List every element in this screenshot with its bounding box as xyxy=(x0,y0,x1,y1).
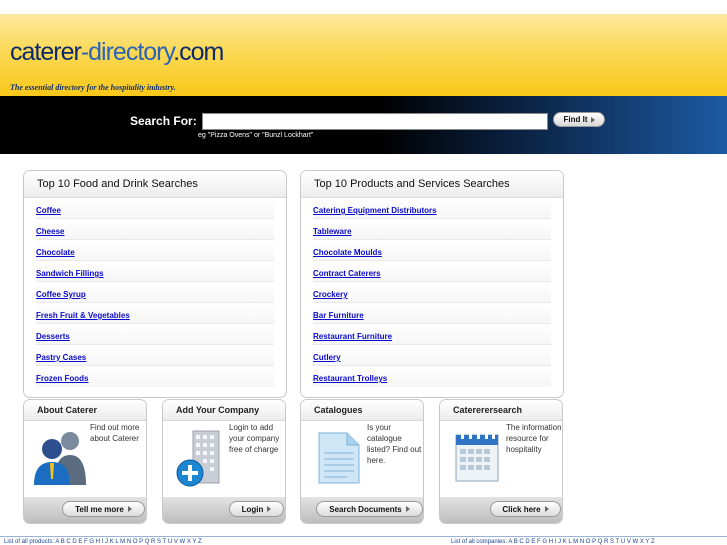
list-item: Tableware xyxy=(313,219,551,240)
logo-part-directory: -directory xyxy=(80,38,174,66)
list-item: Cutlery xyxy=(313,345,551,366)
products-az-index[interactable]: List of all products: A B C D E F G H I … xyxy=(4,539,202,545)
search-link[interactable]: Chocolate Moulds xyxy=(313,248,382,257)
people-icon xyxy=(34,432,86,485)
search-link[interactable]: Tableware xyxy=(313,227,352,236)
search-hint: eg "Pizza Ovens" or "Bunzl Lockhart" xyxy=(198,132,314,139)
search-link[interactable]: Frozen Foods xyxy=(36,374,88,383)
companies-az-index[interactable]: List of all companies: A B C D E F G H I… xyxy=(451,539,655,545)
list-item: Restaurant Furniture xyxy=(313,324,551,345)
button-label: Click here xyxy=(502,504,541,514)
site-header: caterer-directory.com The essential dire… xyxy=(0,0,727,96)
arrow-right-icon xyxy=(544,506,549,512)
list-item: Crockery xyxy=(313,282,551,303)
box-description: The information resource for hospitality xyxy=(506,423,562,454)
search-link[interactable]: Contract Caterers xyxy=(313,269,381,278)
search-link[interactable]: Coffee Syrup xyxy=(36,290,86,299)
button-label: Search Documents xyxy=(329,504,402,514)
list-item: Contract Caterers xyxy=(313,261,551,282)
catalogues-box: Catalogues Is your catalogue listed? Fin… xyxy=(300,399,424,524)
search-bar: Search For: eg "Pizza Ovens" or "Bunzl L… xyxy=(0,96,727,154)
box-description: Find out more about Caterer xyxy=(90,423,140,443)
caterersearch-box: Catererersearch The information resource… xyxy=(439,399,563,524)
list-item: Chocolate Moulds xyxy=(313,240,551,261)
search-link[interactable]: Cutlery xyxy=(313,353,341,362)
list-item: Coffee xyxy=(36,198,274,219)
find-it-button[interactable]: Find It xyxy=(553,112,605,127)
calendar-icon xyxy=(455,431,499,482)
click-here-button[interactable]: Click here xyxy=(490,501,561,517)
list-item: Coffee Syrup xyxy=(36,282,274,303)
button-label: Login xyxy=(241,504,264,514)
search-link[interactable]: Fresh Fruit & Vegetables xyxy=(36,311,130,320)
search-link[interactable]: Bar Furniture xyxy=(313,311,364,320)
list-item: Bar Furniture xyxy=(313,303,551,324)
search-documents-button[interactable]: Search Documents xyxy=(316,501,423,517)
search-link[interactable]: Coffee xyxy=(36,206,61,215)
products-services-list: Catering Equipment Distributors Tableware… xyxy=(301,198,563,387)
search-link[interactable]: Catering Equipment Distributors xyxy=(313,206,437,215)
find-it-label: Find It xyxy=(563,115,588,124)
box-description: Login to add your company free of charge xyxy=(229,423,280,454)
site-tagline: The essential directory for the hospital… xyxy=(10,83,176,92)
search-link[interactable]: Sandwich Fillings xyxy=(36,269,104,278)
search-link[interactable]: Chocolate xyxy=(36,248,75,257)
box-title: About Caterer xyxy=(24,400,146,421)
box-title: Catererersearch xyxy=(440,400,562,421)
list-item: Restaurant Trolleys xyxy=(313,366,551,387)
products-services-title: Top 10 Products and Services Searches xyxy=(301,171,563,198)
logo-part-com: .com xyxy=(173,38,224,66)
list-item: Cheese xyxy=(36,219,274,240)
search-link[interactable]: Crockery xyxy=(313,290,348,299)
site-logo[interactable]: caterer-directory.com xyxy=(10,38,224,66)
list-item: Fresh Fruit & Vegetables xyxy=(36,303,274,324)
products-services-panel: Top 10 Products and Services Searches Ca… xyxy=(300,170,564,398)
search-input[interactable] xyxy=(202,113,548,130)
box-title: Add Your Company xyxy=(163,400,285,421)
search-link[interactable]: Restaurant Furniture xyxy=(313,332,392,341)
list-item: Sandwich Fillings xyxy=(36,261,274,282)
search-link[interactable]: Restaurant Trolleys xyxy=(313,374,387,383)
tell-me-more-button[interactable]: Tell me more xyxy=(62,501,145,517)
search-link[interactable]: Cheese xyxy=(36,227,64,236)
list-item: Desserts xyxy=(36,324,274,345)
document-icon xyxy=(318,432,360,484)
arrow-right-icon xyxy=(267,506,272,512)
arrow-right-icon xyxy=(590,116,595,123)
box-description: Is your catalogue listed? Find out here. xyxy=(367,423,422,465)
add-company-box: Add Your Company Login to add your compa… xyxy=(162,399,286,524)
food-drink-list: Coffee Cheese Chocolate Sandwich Fillings Co… xyxy=(24,198,286,387)
about-caterer-box: About Caterer Find out more about Catere… xyxy=(23,399,147,524)
list-item: Catering Equipment Distributors xyxy=(313,198,551,219)
list-item: Frozen Foods xyxy=(36,366,274,387)
search-link[interactable]: Pastry Cases xyxy=(36,353,86,362)
arrow-right-icon xyxy=(405,506,410,512)
food-drink-title: Top 10 Food and Drink Searches xyxy=(24,171,286,198)
button-label: Tell me more xyxy=(75,504,124,514)
logo-part-caterer: caterer xyxy=(10,38,82,66)
building-add-icon xyxy=(176,430,220,487)
login-button[interactable]: Login xyxy=(229,501,284,517)
search-label: Search For: xyxy=(130,114,197,128)
food-drink-panel: Top 10 Food and Drink Searches Coffee Che… xyxy=(23,170,287,398)
search-link[interactable]: Desserts xyxy=(36,332,70,341)
list-item: Chocolate xyxy=(36,240,274,261)
arrow-right-icon xyxy=(127,506,132,512)
list-item: Pastry Cases xyxy=(36,345,274,366)
box-title: Catalogues xyxy=(301,400,423,421)
footer-divider xyxy=(0,536,727,537)
